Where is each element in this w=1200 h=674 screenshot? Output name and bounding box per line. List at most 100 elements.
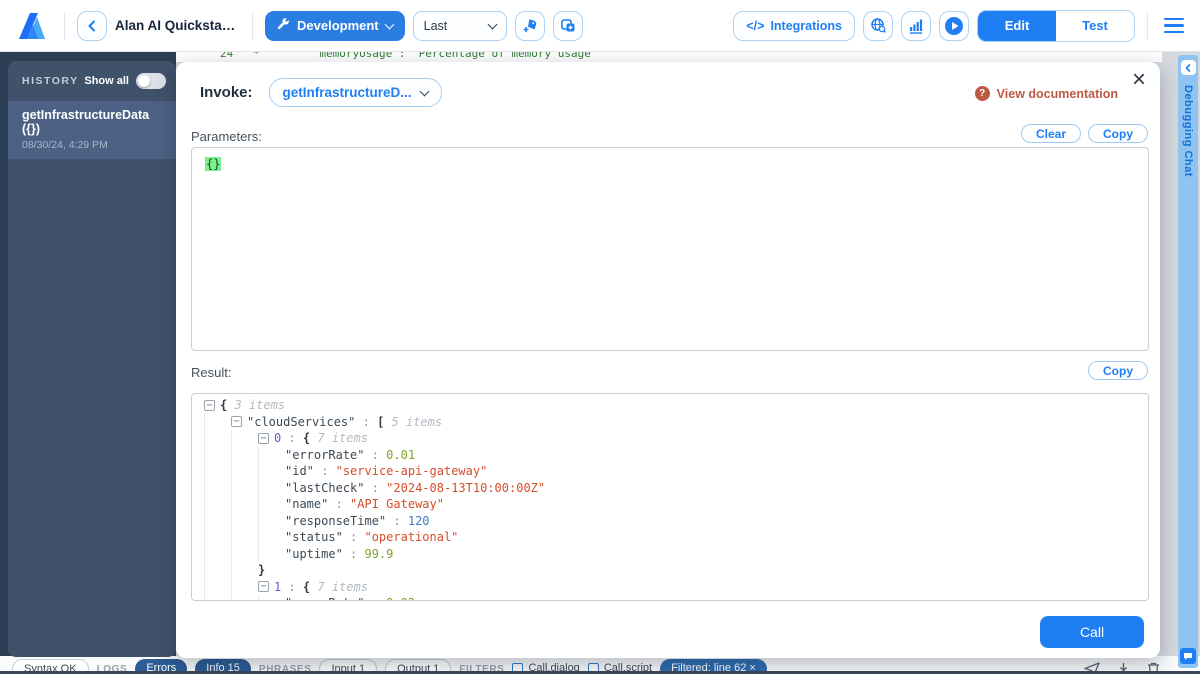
divider bbox=[1147, 12, 1148, 40]
tree-guide bbox=[258, 480, 285, 497]
tree-guide bbox=[258, 529, 285, 546]
json-token: "name" bbox=[285, 497, 328, 511]
tree-guide bbox=[258, 463, 285, 480]
code-brackets-icon: </> bbox=[746, 19, 764, 33]
clear-button[interactable]: Clear bbox=[1021, 124, 1081, 143]
back-button[interactable] bbox=[77, 11, 107, 41]
collapse-icon[interactable]: − bbox=[231, 416, 242, 427]
json-token: : bbox=[281, 431, 303, 445]
analytics-button[interactable] bbox=[901, 11, 931, 41]
tree-guide bbox=[204, 414, 231, 431]
tree-guide bbox=[231, 447, 258, 464]
result-tree: −{ 3 items−"cloudServices" : [ 5 items−0… bbox=[191, 393, 1149, 601]
duplicate-button[interactable] bbox=[553, 11, 583, 41]
show-all-toggle[interactable] bbox=[136, 73, 166, 89]
edit-tab[interactable]: Edit bbox=[978, 11, 1056, 41]
json-token: 5 items bbox=[392, 415, 443, 429]
tree-guide bbox=[204, 595, 231, 601]
tree-guide bbox=[231, 546, 258, 563]
json-token: 7 items bbox=[317, 580, 368, 594]
tree-guide bbox=[204, 447, 231, 464]
result-line: −0 : { 7 items bbox=[204, 430, 1148, 447]
json-token: : bbox=[343, 547, 365, 561]
json-token: "responseTime" bbox=[285, 514, 386, 528]
collapse-icon[interactable]: − bbox=[258, 433, 269, 444]
json-token: "API Gateway" bbox=[350, 497, 444, 511]
copy-result-button[interactable]: Copy bbox=[1088, 361, 1148, 380]
tree-guide bbox=[258, 595, 285, 601]
json-token: 7 items bbox=[317, 431, 368, 445]
run-button[interactable] bbox=[939, 11, 969, 41]
json-token: "lastCheck" bbox=[285, 481, 364, 495]
result-line: −"cloudServices" : [ 5 items bbox=[204, 414, 1148, 431]
json-token: : bbox=[314, 464, 336, 478]
result-label: Result: bbox=[191, 365, 231, 380]
tree-guide bbox=[204, 562, 231, 579]
history-item[interactable]: getInfrastructureData ({}) 08/30/24, 4:2… bbox=[8, 101, 176, 159]
tree-guide bbox=[231, 430, 258, 447]
workspace: 24 * "memoryUsage": "Percentage of memor… bbox=[0, 52, 1200, 674]
tree-guide bbox=[231, 595, 258, 601]
json-token: 0.01 bbox=[386, 448, 415, 462]
result-line: "uptime" : 99.9 bbox=[204, 546, 1148, 563]
collapse-icon[interactable]: − bbox=[258, 581, 269, 592]
history-item-timestamp: 08/30/24, 4:29 PM bbox=[22, 139, 162, 151]
result-line: "name" : "API Gateway" bbox=[204, 496, 1148, 513]
json-token: "uptime" bbox=[285, 547, 343, 561]
tree-guide bbox=[204, 546, 231, 563]
copy-parameters-button[interactable]: Copy bbox=[1088, 124, 1148, 143]
version-select[interactable]: Last bbox=[413, 11, 507, 41]
code-line: 24 * "memoryUsage": "Percentage of memor… bbox=[176, 52, 1162, 60]
json-token: } bbox=[258, 563, 265, 577]
menu-button[interactable] bbox=[1160, 14, 1188, 38]
tree-guide bbox=[204, 579, 231, 596]
alan-ai-logo bbox=[12, 7, 52, 45]
project-title: Alan AI Quickstart I... bbox=[115, 18, 240, 33]
show-all-label: Show all bbox=[84, 75, 129, 87]
test-tab[interactable]: Test bbox=[1056, 11, 1134, 41]
tree-guide bbox=[258, 513, 285, 530]
json-token: : bbox=[355, 415, 377, 429]
call-button[interactable]: Call bbox=[1040, 616, 1144, 648]
tree-guide bbox=[204, 430, 231, 447]
result-line: −{ 3 items bbox=[204, 397, 1148, 414]
environment-dropdown[interactable]: Development bbox=[265, 11, 405, 41]
function-dropdown[interactable]: getInfrastructureD... bbox=[269, 78, 442, 107]
json-token: "errorRate" bbox=[285, 448, 364, 462]
result-line: "errorRate" : 0.02 bbox=[204, 595, 1148, 601]
history-title: HISTORY bbox=[22, 75, 79, 87]
history-item-label: getInfrastructureData ({}) bbox=[22, 108, 162, 136]
divider bbox=[64, 12, 65, 40]
invoke-label: Invoke: bbox=[200, 84, 253, 101]
globe-search-button[interactable] bbox=[863, 11, 893, 41]
integrations-button[interactable]: </> Integrations bbox=[733, 11, 855, 41]
collapse-icon[interactable]: − bbox=[204, 400, 215, 411]
json-token: [ bbox=[377, 415, 391, 429]
collapse-chat-button[interactable] bbox=[1181, 60, 1196, 75]
json-token: { bbox=[220, 398, 234, 412]
view-documentation-link[interactable]: ? View documentation bbox=[975, 86, 1118, 101]
json-token: "cloudServices" bbox=[247, 415, 355, 429]
close-icon[interactable]: × bbox=[1132, 68, 1146, 92]
json-token: "service-api-gateway" bbox=[336, 464, 488, 478]
tree-guide bbox=[231, 562, 258, 579]
json-token: { bbox=[303, 580, 317, 594]
invoke-dialog: × Invoke: getInfrastructureD... ? View d… bbox=[176, 62, 1160, 658]
edit-test-segmented-control: Edit Test bbox=[977, 10, 1135, 42]
tree-guide bbox=[204, 463, 231, 480]
top-toolbar: Alan AI Quickstart I... Development Last… bbox=[0, 0, 1200, 52]
json-token: { bbox=[303, 431, 317, 445]
parameters-editor[interactable]: {} bbox=[191, 147, 1149, 351]
json-token: : bbox=[364, 481, 386, 495]
wrench-icon bbox=[277, 18, 290, 34]
tree-guide bbox=[258, 546, 285, 563]
json-token: "id" bbox=[285, 464, 314, 478]
toggle-knob bbox=[138, 75, 150, 87]
json-token: : bbox=[386, 514, 408, 528]
result-line: } bbox=[204, 562, 1148, 579]
json-token: : bbox=[343, 530, 365, 544]
json-token: 0 bbox=[274, 431, 281, 445]
chat-icon[interactable] bbox=[1180, 648, 1196, 664]
add-tag-button[interactable] bbox=[515, 11, 545, 41]
json-token: 3 items bbox=[234, 398, 285, 412]
